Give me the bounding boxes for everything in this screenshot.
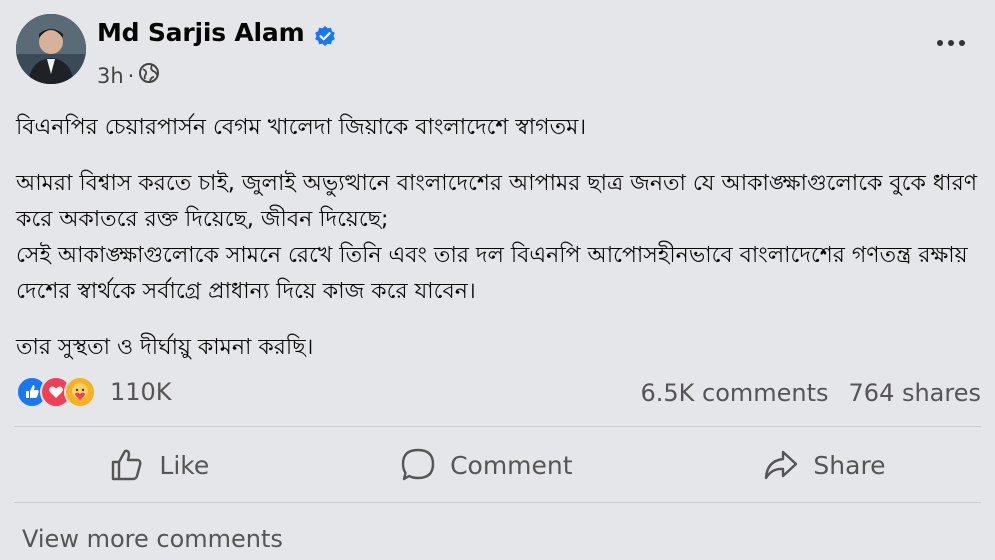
share-button[interactable]: Share — [763, 447, 886, 483]
divider — [14, 426, 981, 427]
thumbs-up-icon — [112, 449, 142, 481]
divider — [14, 502, 981, 503]
post-body: বিএনপির চেয়ারপার্সন বেগম খালেদা জিয়াকে… — [16, 110, 981, 386]
comments-count[interactable]: 6.5K comments — [640, 379, 828, 407]
more-dot — [959, 40, 965, 46]
comment-button[interactable]: Comment — [400, 447, 573, 483]
meta-separator: · — [127, 63, 135, 88]
more-options-icon[interactable] — [937, 40, 965, 46]
comment-label: Comment — [450, 450, 573, 480]
post-paragraph: আমরা বিশ্বাস করতে চাই, জুলাই অভ্যুত্থানে… — [16, 171, 977, 304]
more-dot — [937, 40, 943, 46]
share-label: Share — [813, 450, 886, 480]
like-button[interactable]: Like — [109, 447, 209, 483]
verified-badge-icon — [314, 24, 336, 46]
like-label: Like — [159, 450, 210, 480]
share-arrow-icon — [765, 450, 798, 480]
facebook-post: Md Sarjis Alam 3h · বিএনপির চেয়ারপার্সন… — [0, 0, 995, 560]
care-reaction-icon — [64, 376, 96, 408]
reaction-count: 110K — [110, 378, 172, 406]
post-paragraph: তার সুস্থতা ও দীর্ঘায়ু কামনা করছি। — [16, 335, 314, 360]
reactions-summary[interactable]: 110K — [16, 376, 172, 408]
avatar[interactable] — [16, 14, 86, 84]
comment-bubble-icon — [401, 448, 435, 481]
post-stats: 6.5K comments 764 shares — [640, 379, 981, 407]
more-dot — [948, 40, 954, 46]
view-more-comments-link[interactable]: View more comments — [22, 525, 283, 553]
post-meta: 3h · — [97, 62, 160, 89]
globe-icon — [138, 62, 160, 89]
action-bar: Like Comment Share — [14, 436, 981, 494]
post-paragraph: বিএনপির চেয়ারপার্সন বেগম খালেদা জিয়াকে… — [16, 115, 587, 140]
shares-count[interactable]: 764 shares — [849, 379, 981, 407]
author-name[interactable]: Md Sarjis Alam — [97, 18, 336, 47]
author-name-text[interactable]: Md Sarjis Alam — [97, 18, 305, 47]
post-time[interactable]: 3h — [97, 64, 124, 88]
